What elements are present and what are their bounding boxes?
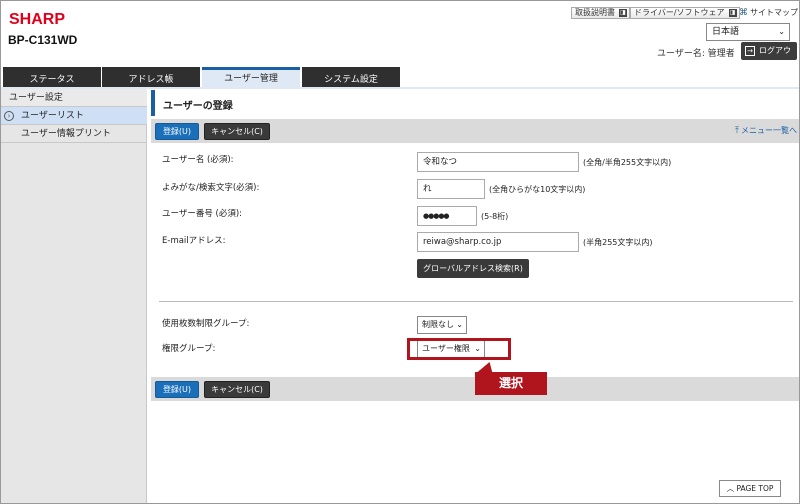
form-divider (159, 301, 793, 302)
logout-icon: → (745, 46, 755, 56)
email-input[interactable]: reiwa@sharp.co.jp (417, 232, 579, 252)
sidebar-item-user-info-print[interactable]: ユーザー情報プリント (1, 125, 147, 143)
sidebar-item-user-list[interactable]: › ユーザーリスト (1, 107, 147, 125)
external-link-icon: ◨ (619, 9, 627, 17)
usage-limit-group-label: 使用枚数制限グループ: (162, 319, 250, 329)
tab-user-management[interactable]: ユーザー管理 (202, 67, 300, 89)
user-name-label: ユーザー名 (必須): (162, 155, 234, 165)
main-tabs: ステータス アドレス帳 ユーザー管理 システム設定 (1, 67, 799, 89)
register-button[interactable]: 登録(U) (155, 123, 199, 140)
back-to-menu-link[interactable]: ⤒ メニュー一覧へ (735, 125, 797, 136)
chevron-right-icon: › (4, 111, 14, 121)
authority-group-label: 権限グループ: (162, 344, 216, 354)
sidebar-item-label: ユーザーリスト (21, 111, 84, 121)
back-to-menu-label: メニュー一覧へ (741, 126, 797, 135)
action-bar-top: 登録(U) キャンセル(C) ⤒ メニュー一覧へ (151, 119, 799, 143)
global-address-search-button[interactable]: グローバルアドレス検索(R) (417, 259, 529, 278)
driver-software-link[interactable]: ドライバー/ソフトウェア ◨ (630, 7, 740, 19)
model-name: BP-C131WD (8, 33, 78, 47)
user-number-hint: (5-8桁) (481, 212, 509, 221)
chevron-down-icon: ⌄ (456, 320, 463, 329)
external-link-icon: ◨ (728, 9, 737, 17)
usage-limit-group-value: 制限なし (422, 320, 454, 329)
chevron-up-icon: ︿ (726, 484, 735, 493)
language-value: 日本語 (712, 27, 740, 37)
tab-system-settings[interactable]: システム設定 (302, 67, 400, 89)
cancel-button[interactable]: キャンセル(C) (204, 123, 270, 140)
select-callout: 選択 (475, 372, 547, 395)
usage-limit-group-select[interactable]: 制限なし ⌄ (417, 316, 467, 334)
user-name-hint: (全角/半角255文字以内) (583, 158, 672, 167)
sidebar-section-title[interactable]: ユーザー設定 (1, 89, 147, 107)
user-name-input[interactable]: 令和なつ (417, 152, 579, 172)
return-icon: ⤒ (735, 126, 739, 136)
user-number-label: ユーザー番号 (必須): (162, 209, 243, 219)
sitemap-link[interactable]: ⌘ サイトマップ (739, 7, 798, 19)
page-top-label: PAGE TOP (736, 484, 774, 493)
cancel-button-bottom[interactable]: キャンセル(C) (204, 381, 270, 398)
sidebar: ユーザー設定 › ユーザーリスト ユーザー情報プリント (1, 89, 147, 503)
language-select[interactable]: 日本語 ⌄ (706, 23, 790, 41)
manual-link-label: 取扱説明書 (575, 8, 615, 17)
email-hint: (半角255文字以内) (583, 238, 653, 247)
page-title: ユーザーの登録 (163, 101, 233, 112)
browser-frame: SHARP BP-C131WD 取扱説明書 ◨ ドライバー/ソフトウェア ◨ ⌘… (0, 0, 800, 504)
logged-in-user: ユーザー名: 管理者 (657, 49, 735, 59)
sitemap-label: サイトマップ (750, 8, 798, 17)
page-top-button[interactable]: ︿ PAGE TOP (719, 480, 781, 497)
sharp-logo: SHARP (9, 11, 66, 28)
tab-status[interactable]: ステータス (3, 67, 101, 89)
user-number-input[interactable]: ●●●●● (417, 206, 477, 226)
select-highlight-box (407, 338, 511, 360)
manual-link[interactable]: 取扱説明書 ◨ (571, 7, 630, 19)
driver-software-link-label: ドライバー/ソフトウェア (634, 8, 725, 17)
kana-input[interactable]: れ (417, 179, 485, 199)
chevron-down-icon: ⌄ (778, 27, 785, 36)
email-label: E-mailアドレス: (162, 236, 226, 246)
register-button-bottom[interactable]: 登録(U) (155, 381, 199, 398)
logout-button[interactable]: → ログアウト (741, 42, 797, 73)
sitemap-icon: ⌘ (739, 8, 748, 18)
kana-label: よみがな/検索文字(必須): (162, 183, 260, 193)
page-title-bar: ユーザーの登録 (151, 90, 799, 116)
tab-address-book[interactable]: アドレス帳 (102, 67, 200, 89)
kana-hint: (全角ひらがな10文字以内) (489, 185, 586, 194)
